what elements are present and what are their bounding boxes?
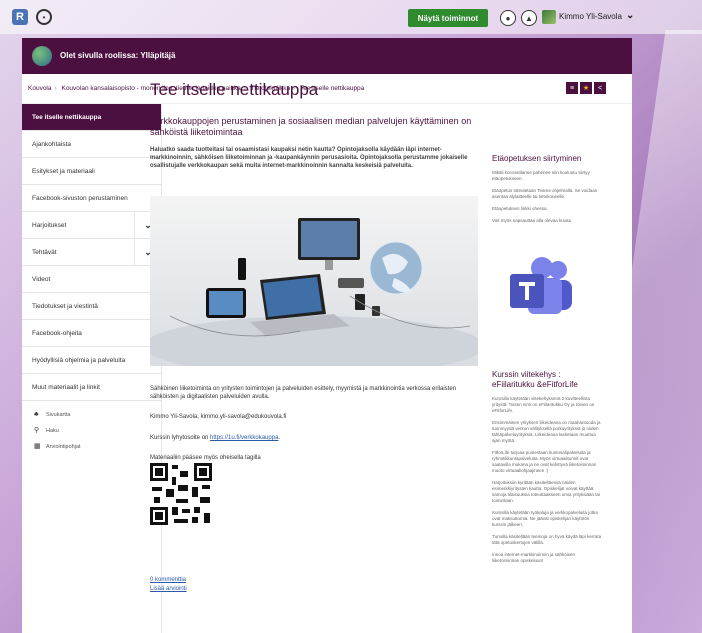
right-text: Harjoituksiin kyritään käsiteltäessä näi… — [492, 480, 601, 503]
sidebar-item-label: Muut materiaalit ja linkit — [32, 383, 100, 391]
sidebar-item-label: Harjoitukset — [32, 221, 67, 229]
sidebar-item-label: Esitykset ja materiaali — [32, 167, 95, 175]
contact-info: Kimmo Yli-Savola, kimmo.yli-savola@eduko… — [150, 414, 287, 420]
calendar-icon: ▦ — [34, 443, 41, 450]
teams-logo-image[interactable] — [506, 254, 576, 320]
tool-label: Arviointipohjat — [46, 444, 81, 450]
short-link[interactable]: https://1u.fi/verkkokauppa — [210, 435, 278, 441]
show-actions-button[interactable]: Näytä toiminnot — [408, 9, 488, 27]
sidebar-item-hyodyllisia[interactable]: Hyödyllisiä ohjelmia ja palveluita — [22, 347, 161, 374]
sidebar-item-tehtavat[interactable]: Tehtävät ⌄ — [22, 239, 161, 266]
comments-row: 0 kommenttia — [150, 576, 480, 584]
sidebar-tool-ratings[interactable]: ▦ Arviointipohjat — [34, 443, 149, 451]
main-subtitle: Verkkokauppojen perustaminen ja sosiaali… — [150, 116, 472, 137]
share-icon[interactable]: < — [594, 82, 606, 94]
sidebar-item-label: Tee itselle nettikauppa — [32, 113, 102, 121]
role-text: Olet sivulla roolissa: Ylläpitäjä — [60, 51, 176, 60]
sidebar-tool-search[interactable]: ⚲ Haku — [34, 427, 149, 435]
sidebar-tools: ♣ Sivukartta ⚲ Haku ▦ Arviointipohjat — [22, 401, 161, 469]
main-lead: Haluatko saada tuotteitasi tai osaamista… — [150, 147, 468, 169]
sidebar-item-label: Facebook-sivuston perustaminen — [32, 194, 128, 202]
sidebar-item-label: Tehtävät — [32, 248, 57, 256]
star-icon[interactable]: ★ — [580, 82, 592, 94]
add-rating-link[interactable]: Lisää arviointi — [150, 586, 187, 592]
sidebar-item-ajankohtaista[interactable]: Ajankohtaista — [22, 131, 161, 158]
right-text[interactable]: Etäopetuksen linkki ohessa. — [492, 206, 602, 212]
sidebar-item-label: Videot — [32, 275, 51, 283]
comments-link[interactable]: 0 kommenttia — [150, 577, 186, 583]
avatar[interactable] — [542, 10, 556, 24]
right-text: Voit myös napsauttaa alla olevaa kuvaa — [492, 218, 572, 223]
sidebar-item-tiedotukset[interactable]: Tiedotukset ja viestintä — [22, 293, 161, 320]
short-link-end: . — [278, 435, 281, 441]
sitemap-icon: ♣ — [34, 411, 39, 418]
right-text: Tunnilla käsitellään teemoja on hyvä käy… — [492, 534, 602, 545]
top-bar: R • Näytä toiminnot ● ▲ Kimmo Yli-Savola… — [0, 0, 702, 34]
hero-devices-image — [150, 196, 478, 366]
role-avatar — [32, 46, 52, 66]
right-section-framework: Kurssin viitekehys : eFiilaritukku &eFit… — [492, 370, 602, 564]
tool-label: Haku — [46, 428, 59, 434]
right-text: Mikäli koronatilanne pahenee niin kouluu… — [492, 170, 590, 181]
search-icon[interactable]: • — [36, 9, 52, 25]
qr-code-image[interactable] — [150, 463, 212, 525]
short-link-row: Kurssin lyhytosoite on https://1u.fi/ver… — [150, 434, 480, 442]
sidebar-item-esitykset[interactable]: Esitykset ja materiaali — [22, 158, 161, 185]
search-icon: ⚲ — [34, 427, 40, 434]
role-bar: Olet sivulla roolissa: Ylläpitäjä — [22, 38, 632, 74]
page-title: Tee itselle nettikauppa — [150, 80, 319, 99]
sidebar-tool-sitemap[interactable]: ♣ Sivukartta — [34, 411, 149, 419]
sidebar-item-harjoitukset[interactable]: Harjoitukset ⌄ — [22, 212, 161, 239]
right-text: Ensimmäinen yrityksen liikeideana on maa… — [492, 420, 601, 443]
menu-icon[interactable]: ≡ — [566, 82, 578, 94]
app-logo-icon[interactable]: R — [12, 9, 28, 25]
breadcrumb-item[interactable]: Kouvola — [28, 85, 52, 92]
sidebar-item-tee-itselle-nettikauppa[interactable]: Tee itselle nettikauppa — [22, 104, 161, 131]
right-section-remote: Etäopetuksen siirtyminen Mikäli koronati… — [492, 154, 602, 224]
sidebar-item-label: Ajankohtaista — [32, 140, 72, 148]
right-text: Kurssilla käytetään viitekehyksenä 2 kuv… — [492, 396, 595, 413]
user-name[interactable]: Kimmo Yli-Savola — [559, 12, 622, 21]
breadcrumb: Kouvola › Kouvolan kansalaisopisto - mone… — [22, 74, 632, 104]
right-section-title: Etäopetuksen siirtyminen — [492, 154, 582, 163]
sidebar-item-facebook-ohjeita[interactable]: Facebook-ohjeita — [22, 320, 161, 347]
sidebar-item-label: Hyödyllisiä ohjelmia ja palveluita — [32, 356, 126, 364]
sidebar: Tee itselle nettikauppa Ajankohtaista Es… — [22, 104, 162, 633]
right-text: Innoa internet-markkinoinnin ja sähköise… — [492, 552, 576, 563]
title-actions: ≡ ★ < — [566, 82, 606, 94]
notification-bell-icon[interactable]: ▲ — [521, 10, 537, 26]
right-text: Etäopetus toteutetaan Teams-ohjelmalla. … — [492, 188, 598, 199]
chevron-right-icon: › — [54, 85, 57, 92]
rating-row: Lisää arviointi — [150, 585, 480, 593]
sidebar-item-videot[interactable]: Videot — [22, 266, 161, 293]
sidebar-item-facebook-sivusto[interactable]: Facebook-sivuston perustaminen — [22, 185, 161, 212]
tool-label: Sivukartta — [46, 412, 71, 418]
qr-label: Materiaaliin pääsee myös oheisella tagil… — [150, 455, 261, 461]
sidebar-item-muut-materiaalit[interactable]: Muut materiaalit ja linkit — [22, 374, 161, 401]
sidebar-item-label: Facebook-ohjeita — [32, 329, 82, 337]
main-paragraph: Sähköinen liiketoiminta on yritysten toi… — [150, 386, 457, 400]
right-section-title: Kurssin viitekehys : eFiilaritukku &eFit… — [492, 370, 578, 389]
sidebar-item-label: Tiedotukset ja viestintä — [32, 302, 98, 310]
chevron-down-icon[interactable]: ⌄ — [626, 10, 634, 21]
right-text: Kurssilla käytetään työkaluja ja verkkop… — [492, 510, 598, 527]
chat-icon[interactable]: ● — [500, 10, 516, 26]
right-text: FitforLife tarjoaa puolestaan kuntosalip… — [492, 450, 597, 473]
short-link-label: Kurssin lyhytosoite on — [150, 435, 211, 441]
